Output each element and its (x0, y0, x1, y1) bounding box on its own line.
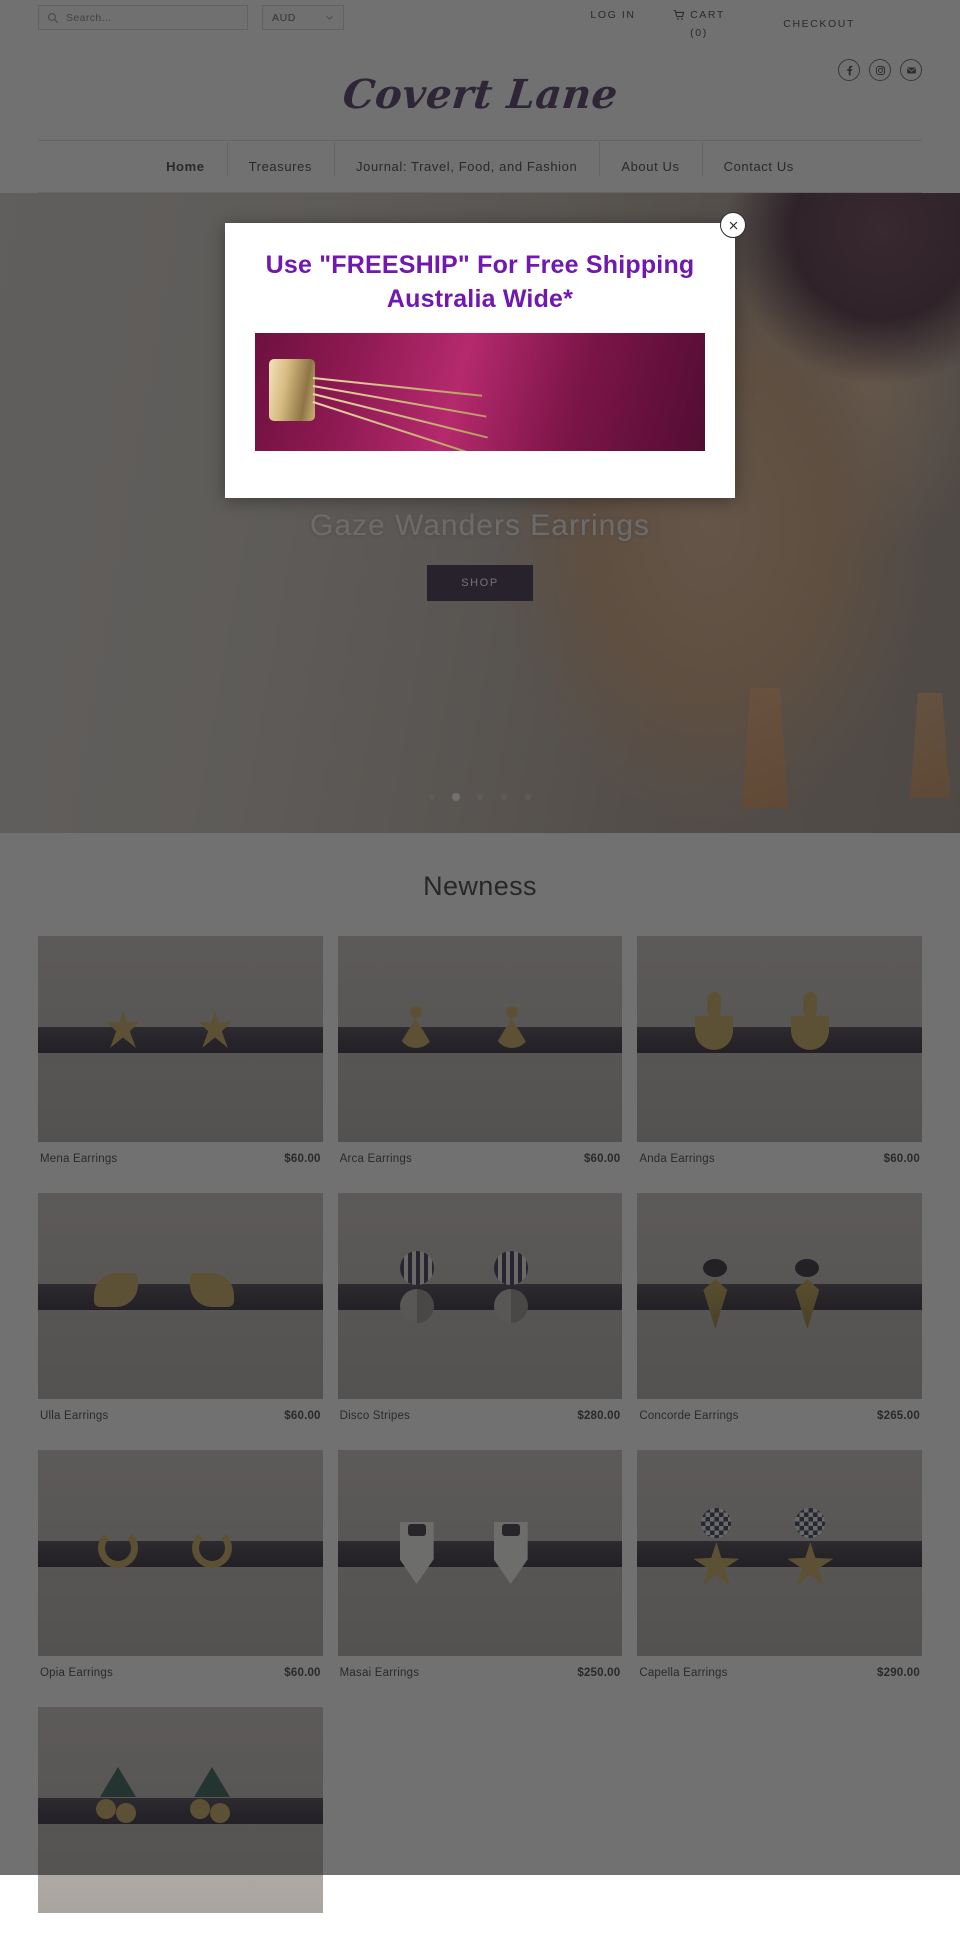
promo-modal-image (255, 333, 705, 451)
promo-modal-title: Use "FREESHIP" For Free Shipping Austral… (255, 249, 705, 317)
promo-modal: Use "FREESHIP" For Free Shipping Austral… (225, 223, 735, 498)
close-icon[interactable] (720, 212, 746, 238)
promo-cuff-bracelet (269, 359, 315, 421)
product-meta (38, 1913, 323, 1952)
